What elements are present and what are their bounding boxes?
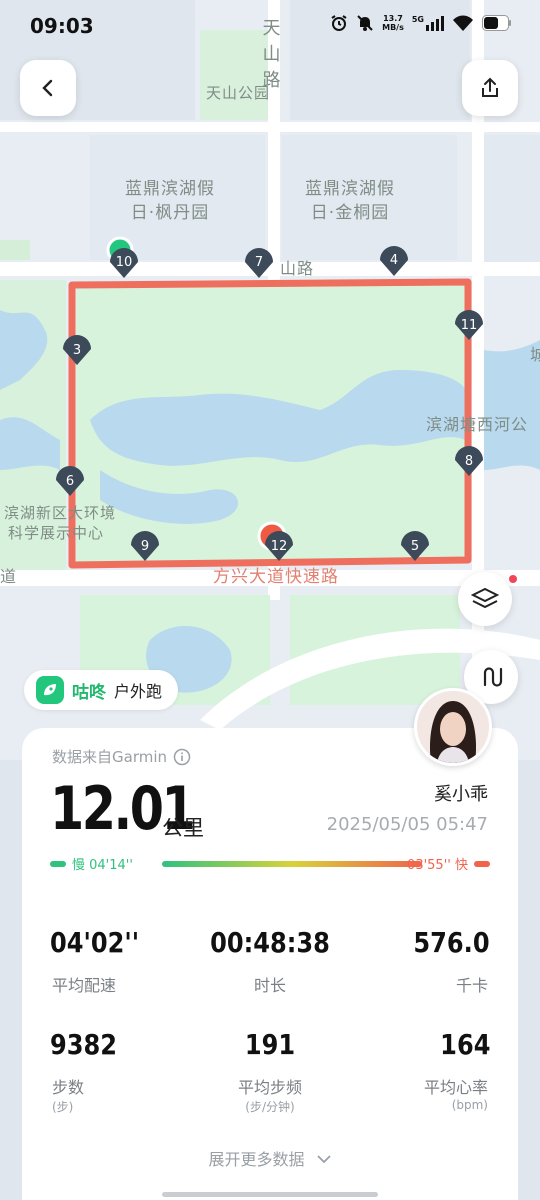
- app-badge: 咕咚 户外跑: [24, 670, 179, 710]
- map-label-estate: 日·金桐园: [310, 203, 390, 223]
- duration-label: 时长: [253, 976, 286, 995]
- map-label-park: 天山公园: [205, 84, 270, 102]
- alarm-icon: [331, 15, 347, 31]
- signal-icon: [426, 16, 444, 31]
- wifi-icon: [453, 15, 473, 31]
- svg-text:10: 10: [116, 255, 133, 270]
- pace-legend: 慢 04'14'' 03'55'' 快: [50, 854, 490, 874]
- steps-label: 步数: [52, 1078, 85, 1097]
- status-bar: 09:03 13.7 MB/s 5G: [0, 0, 540, 56]
- svg-text:11: 11: [461, 318, 478, 333]
- avg-pace-value: 04'02'': [50, 926, 140, 959]
- map-label-road: 山路: [279, 259, 314, 278]
- heart-rate-value: 164: [439, 1028, 490, 1061]
- expand-more-button[interactable]: 展开更多数据: [22, 1146, 518, 1170]
- notification-dot: [509, 575, 517, 583]
- map-label-expressway: 方兴大道快速路: [213, 567, 339, 587]
- svg-text:9: 9: [141, 539, 149, 554]
- svg-text:8: 8: [465, 454, 473, 469]
- back-button[interactable]: [20, 60, 76, 116]
- pace-slow-label: 慢 04'14'': [72, 858, 133, 873]
- map-layers-button[interactable]: [458, 572, 512, 626]
- pace-fast-label: 03'55'' 快: [407, 858, 468, 873]
- svg-text:7: 7: [255, 255, 263, 270]
- svg-text:3: 3: [73, 343, 81, 358]
- map-label-road: 道: [0, 567, 18, 586]
- map-label-estate: 蓝鼎滨湖假: [125, 179, 215, 199]
- steps-unit: (步): [52, 1100, 74, 1114]
- layers-icon: [471, 587, 499, 609]
- heart-rate-unit: (bpm): [451, 1098, 488, 1112]
- avatar[interactable]: [414, 688, 492, 766]
- cadence-label: 平均步频: [237, 1078, 302, 1097]
- svg-text:5: 5: [411, 539, 419, 554]
- distance-unit: 公里: [162, 816, 204, 840]
- battery-icon: [482, 15, 511, 31]
- mute-icon: [357, 15, 373, 31]
- map-label-center: 滨湖新区大环境: [3, 504, 116, 522]
- map-label-edge: 城: [530, 345, 540, 364]
- network-type: 5G: [411, 15, 424, 24]
- avg-pace-label: 平均配速: [52, 976, 117, 995]
- calories-value: 576.0: [413, 926, 490, 959]
- home-indicator: [162, 1192, 378, 1197]
- codoon-logo-icon: [36, 676, 64, 704]
- svg-text:12: 12: [271, 539, 288, 554]
- share-icon: [482, 77, 498, 97]
- app-name: 咕咚: [72, 682, 106, 703]
- map-label-center: 科学展示中心: [7, 524, 104, 542]
- svg-text:4: 4: [390, 253, 398, 268]
- share-button[interactable]: [462, 60, 518, 116]
- activity-type: 户外跑: [114, 682, 163, 701]
- chevron-left-icon: [42, 79, 53, 97]
- duration-value: 00:48:38: [210, 926, 330, 959]
- chevron-down-icon: [316, 1155, 331, 1164]
- map-label-estate: 蓝鼎滨湖假: [305, 179, 395, 199]
- map-label-river: 滨湖塘西河公: [426, 415, 529, 434]
- heart-rate-label: 平均心率: [423, 1078, 488, 1097]
- user-name: 奚小乖: [434, 784, 488, 805]
- net-speed: 13.7 MB/s: [382, 14, 404, 32]
- clock: 09:03: [30, 14, 94, 38]
- map-label-estate: 日·枫丹园: [130, 203, 210, 223]
- svg-text:6: 6: [66, 474, 74, 489]
- route-icon: [483, 667, 503, 687]
- cadence-value: 191: [244, 1028, 296, 1061]
- workout-summary-card: 数据来自Garmin 12.01 公里 奚小乖 2025/05/05 05:47…: [22, 728, 518, 1200]
- workout-datetime: 2025/05/05 05:47: [326, 814, 488, 835]
- cadence-unit: (步/分钟): [245, 1100, 295, 1114]
- steps-value: 9382: [50, 1028, 118, 1061]
- calories-label: 千卡: [455, 976, 488, 995]
- info-icon[interactable]: [173, 748, 191, 766]
- data-source: 数据来自Garmin: [52, 746, 191, 767]
